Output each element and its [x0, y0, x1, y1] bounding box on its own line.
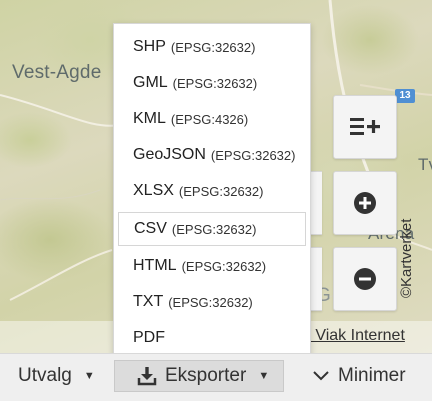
download-icon: [137, 367, 157, 386]
menu-item-format: PDF: [133, 329, 165, 346]
caret-down-icon: ▼: [258, 370, 270, 382]
menu-item-shp[interactable]: SHP (EPSG:32632): [118, 30, 306, 64]
menu-item-format: HTML: [133, 257, 177, 274]
menu-item-csv[interactable]: CSV (EPSG:32632): [118, 212, 306, 246]
map-label-vest-agder: Vest-Agde: [12, 62, 102, 83]
menu-item-pdf[interactable]: PDF: [118, 321, 306, 355]
caret-down-icon: ▼: [83, 370, 95, 382]
attribution-link[interactable]: n Viak Internet: [302, 327, 405, 345]
add-layer-button[interactable]: [333, 95, 397, 159]
menu-item-format: CSV: [134, 220, 167, 237]
eksporter-label: Eksporter: [165, 365, 247, 386]
chevron-down-icon: [313, 371, 329, 381]
menu-item-crs: (EPSG:32632): [210, 147, 296, 163]
menu-item-format: GeoJSON: [133, 146, 206, 163]
zoom-in-button[interactable]: [333, 171, 397, 235]
utvalg-label: Utvalg: [18, 365, 72, 386]
minimer-button[interactable]: Minimer: [312, 360, 406, 392]
map-label-tv: Tve: [418, 155, 432, 174]
menu-item-crs: (EPSG:32632): [170, 39, 256, 55]
menu-item-html[interactable]: HTML (EPSG:32632): [118, 249, 306, 283]
list-add-icon: [350, 118, 380, 135]
menu-item-crs: (EPSG:32632): [168, 294, 253, 310]
utvalg-dropdown-button[interactable]: Utvalg ▼: [18, 360, 95, 392]
menu-item-crs: (EPSG:4326): [170, 111, 249, 127]
eksporter-dropdown-button[interactable]: Eksporter ▼: [114, 360, 284, 392]
minimer-label: Minimer: [338, 365, 406, 386]
menu-item-format: KML: [133, 110, 166, 127]
export-format-menu: SHP (EPSG:32632) GML (EPSG:32632) KML (E…: [113, 23, 311, 359]
menu-item-format: XLSX: [133, 182, 174, 199]
menu-item-gml[interactable]: GML (EPSG:32632): [118, 66, 306, 100]
menu-item-geojson[interactable]: GeoJSON (EPSG:32632): [118, 138, 306, 172]
menu-item-xlsx[interactable]: XLSX (EPSG:32632): [118, 174, 306, 208]
plus-circle-icon: [354, 192, 376, 214]
menu-item-format: TXT: [133, 293, 164, 310]
menu-item-crs: (EPSG:32632): [172, 75, 258, 91]
menu-item-kml[interactable]: KML (EPSG:4326): [118, 102, 306, 136]
menu-item-crs: (EPSG:32632): [178, 183, 264, 199]
menu-item-format: GML: [133, 74, 168, 91]
kartverket-credit: ©Kartverket: [398, 219, 415, 298]
minus-circle-icon: [354, 268, 376, 290]
zoom-out-button[interactable]: [333, 247, 397, 311]
menu-item-txt[interactable]: TXT (EPSG:32632): [118, 285, 306, 319]
menu-item-format: SHP: [133, 38, 166, 55]
menu-item-crs: (EPSG:32632): [181, 258, 267, 274]
menu-item-crs: (EPSG:32632): [171, 221, 257, 237]
road-number-shield: 13: [395, 89, 415, 103]
